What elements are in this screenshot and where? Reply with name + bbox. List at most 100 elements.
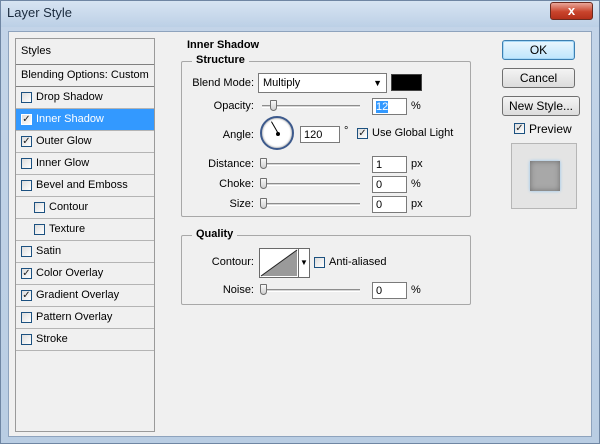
checkbox-icon[interactable]: ✓: [21, 136, 32, 147]
checkbox-icon[interactable]: ✓: [21, 114, 32, 125]
opacity-label: Opacity:: [213, 100, 254, 112]
noise-input[interactable]: 0: [372, 282, 407, 299]
chevron-down-icon: ▼: [373, 78, 382, 88]
opacity-unit: %: [411, 100, 421, 112]
contour-curve-icon: [260, 249, 298, 277]
styles-header[interactable]: Styles: [16, 39, 154, 65]
style-item-drop-shadow[interactable]: Drop Shadow: [16, 87, 154, 109]
size-value: 0: [376, 199, 383, 211]
blending-options-item[interactable]: Blending Options: Custom: [16, 65, 154, 87]
choke-slider-thumb[interactable]: [260, 178, 267, 189]
checkbox-icon[interactable]: [21, 92, 32, 103]
choke-unit: %: [411, 178, 421, 190]
title-bar[interactable]: Layer Style x: [1, 1, 599, 27]
noise-value: 0: [376, 285, 383, 297]
style-item-label: Gradient Overlay: [36, 289, 120, 301]
preview-thumbnail: [511, 143, 577, 209]
anti-aliased-label: Anti-aliased: [329, 256, 387, 268]
choke-label: Choke:: [219, 178, 254, 190]
size-label: Size:: [229, 198, 254, 210]
style-item-satin[interactable]: Satin: [16, 241, 154, 263]
blend-mode-label: Blend Mode:: [192, 77, 254, 89]
checkbox-icon[interactable]: ✓: [21, 268, 32, 279]
style-item-label: Satin: [36, 245, 62, 257]
contour-label: Contour:: [211, 256, 254, 268]
style-item-label: Bevel and Emboss: [36, 179, 128, 191]
angle-label: Angle:: [222, 129, 254, 141]
style-item-contour[interactable]: Contour: [16, 197, 154, 219]
style-item-label: Texture: [49, 223, 86, 235]
style-item-pattern-overlay[interactable]: Pattern Overlay: [16, 307, 154, 329]
checkbox-icon[interactable]: [34, 224, 45, 235]
noise-unit: %: [411, 284, 421, 296]
style-item-texture[interactable]: Texture: [16, 219, 154, 241]
preview-check-icon: ✓: [514, 123, 525, 134]
close-button[interactable]: x: [550, 2, 593, 20]
blending-options-label: Blending Options: Custom: [21, 69, 149, 81]
preview-swatch: [530, 161, 560, 191]
structure-group: Structure Blend Mode: Multiply ▼ Opacity…: [181, 54, 471, 217]
use-global-light-check-icon: ✓: [357, 128, 368, 139]
size-slider[interactable]: [260, 198, 360, 209]
checkbox-icon[interactable]: [21, 246, 32, 257]
style-item-label: Color Overlay: [36, 267, 104, 279]
panel-title: Inner Shadow: [187, 39, 260, 51]
noise-slider[interactable]: [260, 284, 360, 295]
style-item-label: Contour: [49, 201, 89, 213]
opacity-slider-thumb[interactable]: [270, 100, 277, 111]
checkbox-icon[interactable]: [21, 334, 32, 345]
opacity-slider[interactable]: [262, 100, 360, 111]
window-title: Layer Style: [7, 5, 73, 20]
opacity-input[interactable]: 12: [372, 98, 407, 115]
angle-value: 120: [304, 129, 323, 141]
anti-aliased-check-icon: [314, 257, 325, 268]
style-item-gradient-overlay[interactable]: ✓ Gradient Overlay: [16, 285, 154, 307]
checkbox-icon[interactable]: [21, 312, 32, 323]
angle-dial[interactable]: [260, 116, 294, 150]
checkbox-icon[interactable]: [21, 180, 32, 191]
cancel-button[interactable]: Cancel: [502, 68, 575, 88]
style-item-label: Drop Shadow: [36, 91, 103, 103]
use-global-light-label: Use Global Light: [372, 127, 454, 139]
angle-dial-center: [276, 132, 280, 136]
style-item-label: Pattern Overlay: [36, 311, 113, 323]
distance-label: Distance:: [208, 158, 254, 170]
styles-list: Styles Blending Options: Custom Drop Sha…: [15, 38, 155, 432]
style-item-label: Inner Shadow: [36, 113, 104, 125]
blend-mode-select[interactable]: Multiply ▼: [258, 73, 387, 93]
checkbox-icon[interactable]: [21, 158, 32, 169]
chevron-down-icon: ▼: [300, 258, 308, 267]
checkbox-icon[interactable]: ✓: [21, 290, 32, 301]
style-item-label: Inner Glow: [36, 157, 90, 169]
contour-picker[interactable]: [259, 248, 299, 278]
size-input[interactable]: 0: [372, 196, 407, 213]
distance-slider-thumb[interactable]: [260, 158, 267, 169]
distance-unit: px: [411, 158, 423, 170]
angle-input[interactable]: 120: [300, 126, 340, 143]
contour-dropdown-button[interactable]: ▼: [299, 248, 310, 278]
choke-input[interactable]: 0: [372, 176, 407, 193]
style-item-color-overlay[interactable]: ✓ Color Overlay: [16, 263, 154, 285]
distance-input[interactable]: 1: [372, 156, 407, 173]
style-item-inner-shadow[interactable]: ✓ Inner Shadow: [16, 109, 154, 131]
distance-slider[interactable]: [260, 158, 360, 169]
quality-title: Quality: [192, 228, 238, 240]
style-item-bevel-and-emboss[interactable]: Bevel and Emboss: [16, 175, 154, 197]
ok-button[interactable]: OK: [502, 40, 575, 60]
size-unit: px: [411, 198, 423, 210]
styles-header-label: Styles: [21, 45, 51, 57]
style-item-outer-glow[interactable]: ✓ Outer Glow: [16, 131, 154, 153]
checkbox-icon[interactable]: [34, 202, 45, 213]
noise-slider-thumb[interactable]: [260, 284, 267, 295]
opacity-value: 12: [376, 101, 389, 113]
quality-group: Quality Contour: ▼ Anti-aliased Noise: 0: [181, 228, 471, 305]
angle-unit: °: [344, 125, 349, 137]
layer-style-dialog: Layer Style x Styles Blending Options: C…: [0, 0, 600, 444]
style-item-inner-glow[interactable]: Inner Glow: [16, 153, 154, 175]
shadow-color-swatch[interactable]: [391, 74, 422, 91]
choke-slider[interactable]: [260, 178, 360, 189]
dialog-client-area: Styles Blending Options: Custom Drop Sha…: [8, 31, 592, 437]
new-style-button[interactable]: New Style...: [502, 96, 580, 116]
style-item-stroke[interactable]: Stroke: [16, 329, 154, 351]
size-slider-thumb[interactable]: [260, 198, 267, 209]
